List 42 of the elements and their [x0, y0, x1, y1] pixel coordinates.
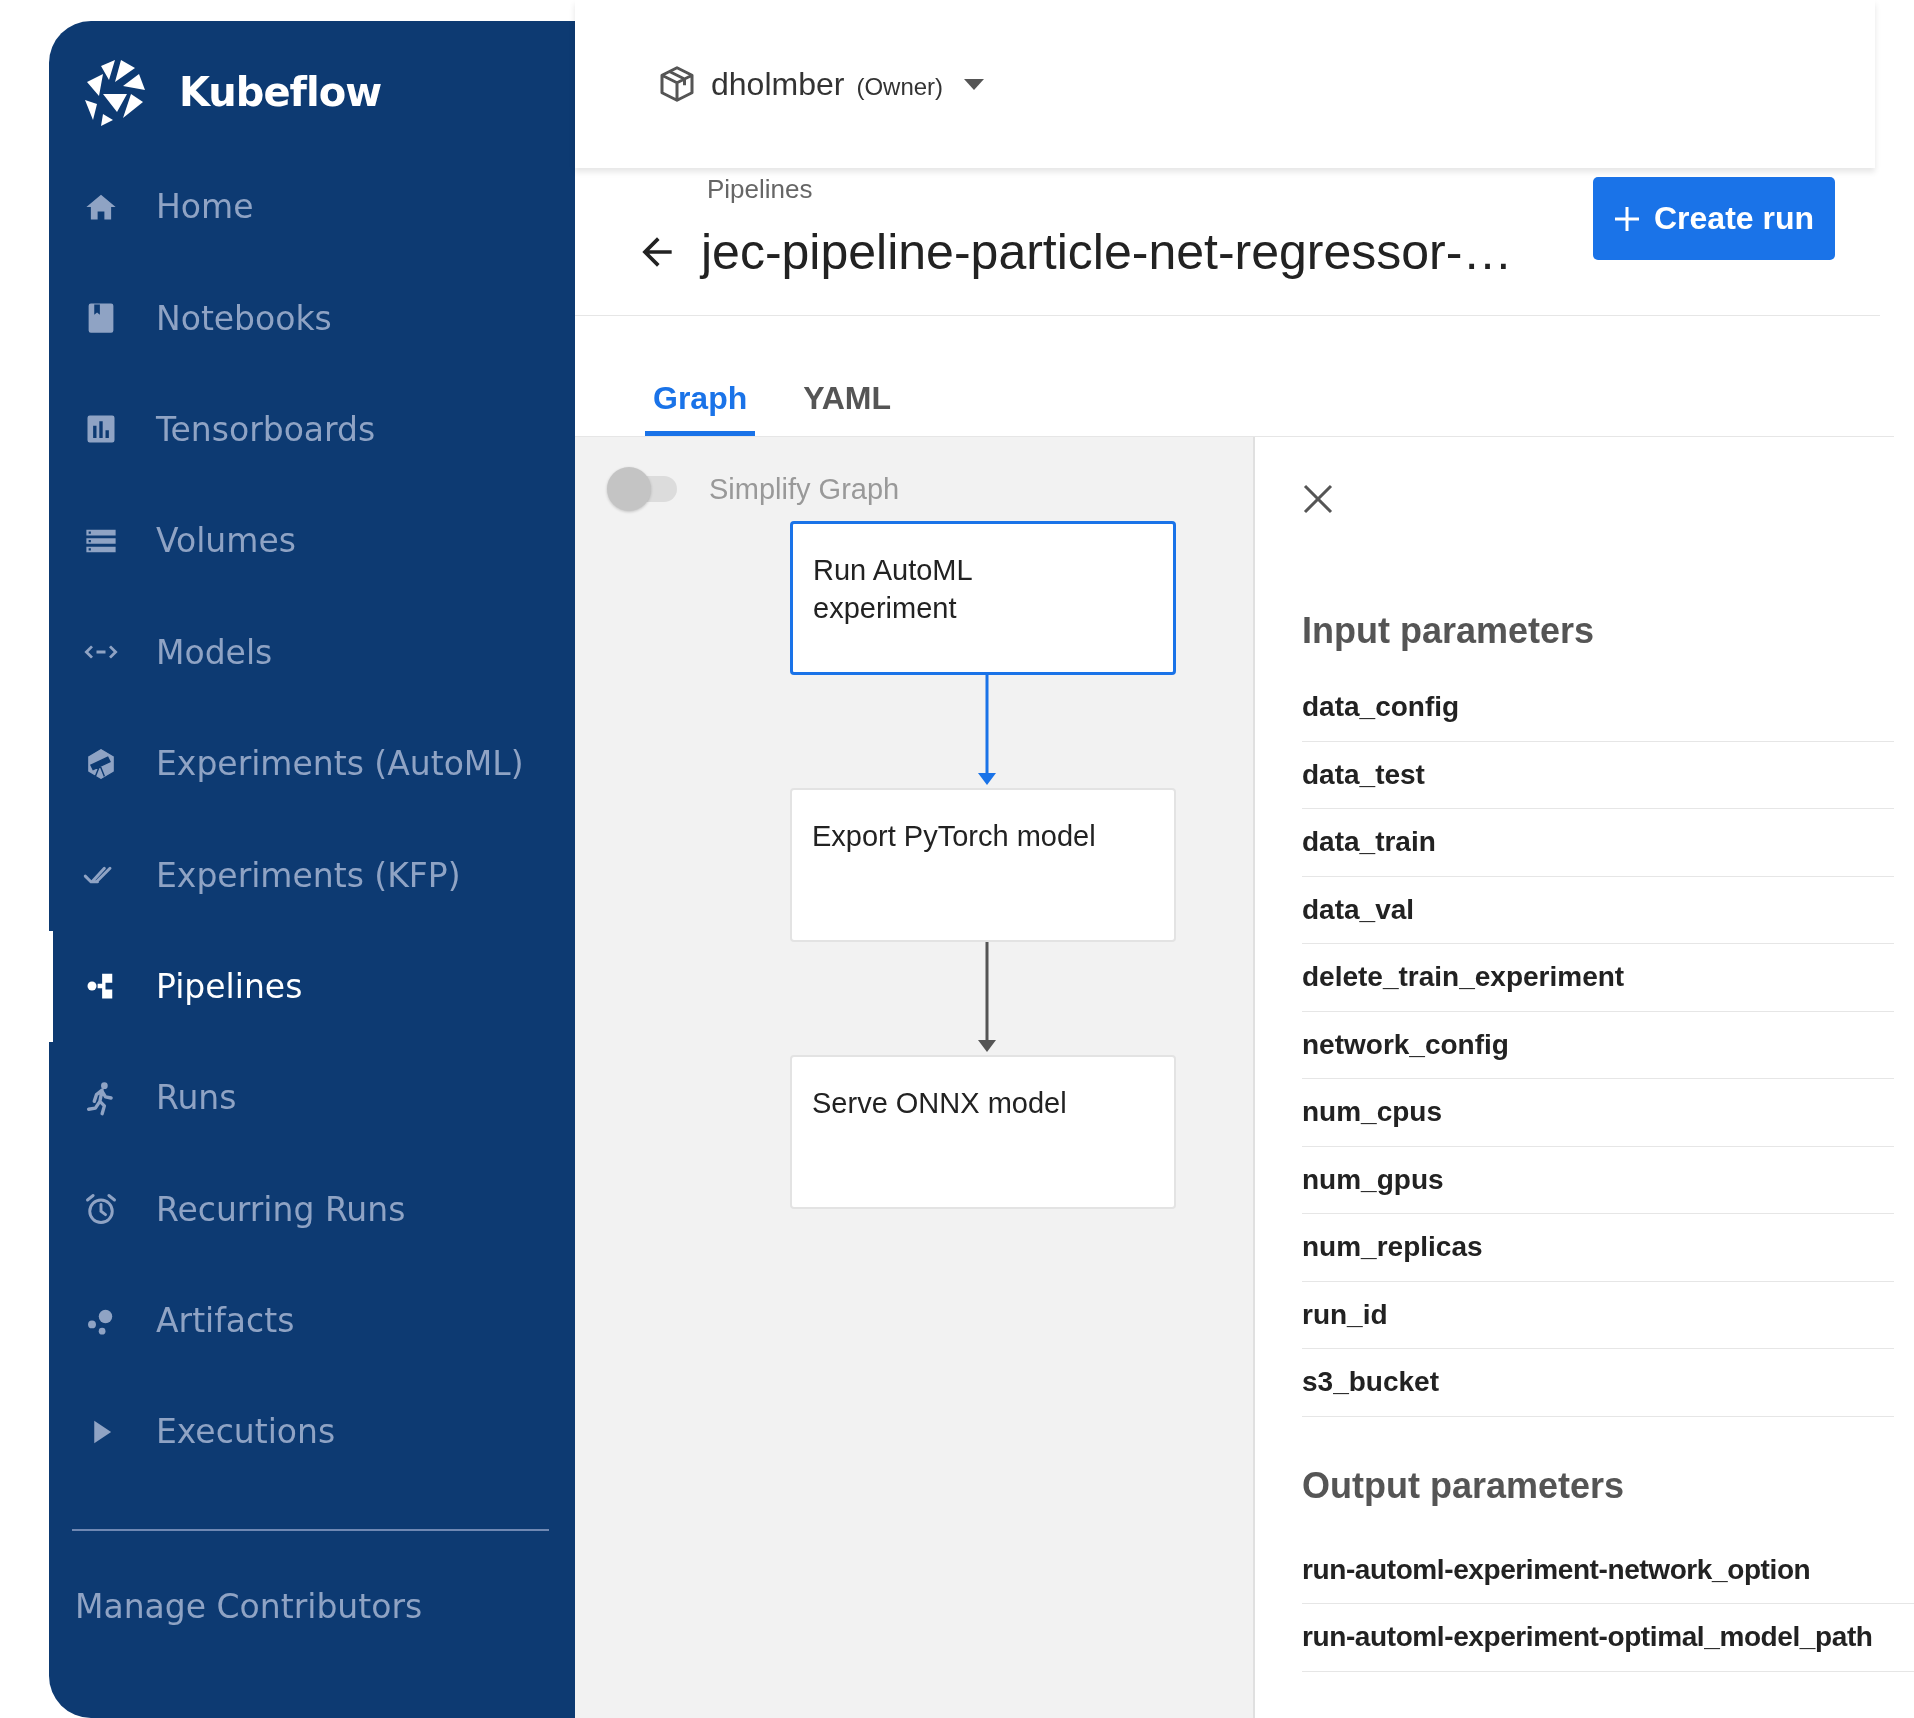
parameter-name: s3_bucket — [1302, 1349, 1894, 1417]
breadcrumb-link[interactable]: Pipelines — [707, 174, 1513, 205]
sidebar-item[interactable]: Artifacts — [49, 1264, 575, 1377]
parameter-name: num_cpus — [1302, 1079, 1894, 1147]
sidebar-item[interactable]: Volumes — [49, 485, 575, 597]
parameter-name: network_config — [1302, 1011, 1894, 1079]
parameter-name: data_val — [1302, 876, 1894, 944]
pipeline-node[interactable]: Run AutoML experiment — [790, 521, 1176, 675]
sidebar-item[interactable]: Models — [49, 596, 575, 708]
manage-contributors-link[interactable]: Manage Contributors — [75, 1586, 575, 1626]
toggle-switch[interactable] — [607, 467, 679, 511]
sidebar-item[interactable]: Executions — [49, 1376, 575, 1488]
parameter-name: run-automl-experiment-optimal_model_path — [1302, 1604, 1914, 1672]
sidebar-item[interactable]: Experiments (KFP) — [49, 819, 575, 931]
parameter-name: num_gpus — [1302, 1146, 1894, 1214]
namespace-name[interactable]: dholmber — [711, 65, 845, 103]
pipeline-node[interactable]: Serve ONNX model — [790, 1055, 1176, 1209]
parameter-name: data_train — [1302, 809, 1894, 877]
parameter-name: data_config — [1302, 674, 1894, 742]
logo-text: Kubeflow — [179, 68, 382, 115]
pipeline-title: jec-pipeline-particle-net-regressor-… — [701, 223, 1513, 281]
plus-icon — [1613, 205, 1640, 232]
sidebar-item[interactable]: Tensorboards — [49, 373, 575, 486]
sidebar-item[interactable]: Experiments (AutoML) — [49, 707, 575, 820]
close-icon[interactable] — [1302, 483, 1334, 515]
parameter-name: delete_train_experiment — [1302, 944, 1894, 1012]
caret-icon[interactable] — [963, 77, 986, 91]
section-heading: Input parameters — [1302, 610, 1596, 652]
parameter-name: run-automl-experiment-network_option — [1302, 1536, 1914, 1604]
toggle-label: Simplify Graph — [709, 472, 900, 506]
parameter-name: data_test — [1302, 741, 1894, 809]
sidebar-item[interactable]: Runs — [49, 1042, 575, 1154]
namespace-role: (Owner) — [856, 72, 944, 101]
create-run-button[interactable]: Create run — [1593, 177, 1835, 260]
sidebar-item[interactable]: Recurring Runs — [49, 1153, 575, 1265]
section-heading: Output parameters — [1302, 1464, 1626, 1507]
parameter-name: run_id — [1302, 1281, 1894, 1349]
tab[interactable]: YAML — [795, 380, 899, 436]
sidebar-item[interactable]: Notebooks — [49, 262, 575, 374]
sidebar-item[interactable]: Home — [49, 151, 575, 263]
parameter-name: num_replicas — [1302, 1214, 1894, 1282]
pipeline-node[interactable]: Export PyTorch model — [790, 788, 1176, 942]
